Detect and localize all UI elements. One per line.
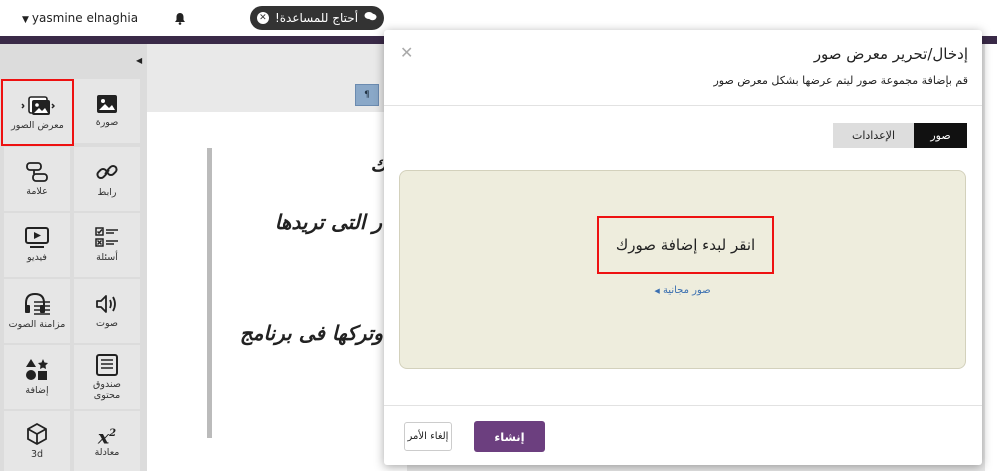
bell-icon[interactable] [174, 10, 186, 29]
tool-addon[interactable]: إضافة [4, 345, 70, 409]
tool-label: صوت [96, 318, 118, 329]
tool-label: رابط [97, 187, 117, 198]
user-name: yasmine elnaghia [31, 11, 139, 25]
link-icon [96, 164, 118, 180]
tab-settings[interactable]: الإعدادات [833, 123, 914, 148]
chevron-down-icon: ▼ [22, 15, 29, 25]
tool-label: معادلة [94, 447, 120, 459]
free-images-link[interactable]: ◀ صور مجانية [400, 285, 965, 296]
add-images-button[interactable]: انقر لبدء إضافة صورك [597, 216, 774, 274]
tool-label: علامة [26, 186, 48, 197]
create-button[interactable]: إنشاء [474, 421, 545, 452]
tool-video[interactable]: فيديو [4, 213, 70, 277]
tool-3d[interactable]: 3d [4, 411, 70, 471]
gallery-icon [20, 95, 55, 115]
editor-text-line: وتركها فى برنامج [239, 321, 383, 345]
close-icon[interactable]: ✕ [256, 12, 269, 24]
cube-icon [27, 422, 47, 446]
image-dropzone[interactable]: انقر لبدء إضافة صورك ◀ صور مجانية [399, 170, 966, 369]
tool-image[interactable]: صورة [74, 79, 140, 143]
tool-equation[interactable]: x2 معادلة [74, 411, 140, 471]
editor-canvas[interactable] [147, 112, 407, 471]
help-button[interactable]: ✕ أحتاج للمساعدة! [250, 6, 384, 30]
tab-images[interactable]: صور [914, 123, 967, 148]
divider [384, 405, 982, 406]
sound-icon [96, 295, 116, 313]
questions-icon [95, 227, 118, 247]
marker-icon [26, 162, 48, 182]
tool-label: فيديو [27, 252, 47, 263]
modal-title: إدخال/تحرير معرض صور [813, 45, 968, 63]
tool-label: 3d [30, 449, 44, 460]
equation-icon: x2 [97, 426, 117, 449]
content-box-icon [96, 353, 118, 376]
tool-label: مزامنة الصوت [8, 319, 66, 330]
right-page-edge [985, 44, 997, 471]
tool-label: صورة [95, 117, 119, 128]
tool-sound[interactable]: صوت [74, 279, 140, 343]
tool-label: إضافة [25, 385, 49, 396]
tool-questions[interactable]: أسئلة [74, 213, 140, 277]
editor-scrollbar[interactable] [207, 148, 212, 438]
video-icon [25, 227, 49, 248]
free-images-label: صور مجانية [662, 285, 711, 296]
tool-label: أسئلة [96, 252, 118, 263]
close-icon[interactable]: ✕ [400, 45, 413, 61]
editor-text-line: ر التى تريدها [274, 210, 382, 234]
tool-link[interactable]: رابط [74, 147, 140, 211]
tool-marker[interactable]: علامة [4, 147, 70, 211]
gallery-modal: ✕ إدخال/تحرير معرض صور قم بإضافة مجموعة … [384, 30, 982, 465]
modal-subtitle: قم بإضافة مجموعة صور ليتم عرضها بشكل معر… [713, 74, 968, 87]
chat-icon [364, 11, 377, 25]
paragraph-button[interactable]: ¶ [355, 84, 379, 106]
help-label: أحتاج للمساعدة! [274, 11, 359, 25]
addon-shapes-icon [26, 359, 48, 380]
tool-audio-sync[interactable]: مزامنة الصوت [4, 279, 70, 343]
modal-tabs: الإعدادات صور [833, 123, 967, 148]
tool-content-box[interactable]: صندوق محتوى [74, 345, 140, 409]
image-icon [97, 95, 117, 113]
tool-label: معرض الصور [11, 119, 64, 131]
user-menu[interactable]: ▼ yasmine elnaghia [22, 11, 138, 25]
caret-left-icon: ◀ [654, 287, 660, 295]
collapse-arrow-icon[interactable]: ◀ [136, 56, 142, 65]
tool-gallery[interactable]: معرض الصور [1, 79, 74, 146]
audio-sync-icon [25, 292, 50, 315]
cancel-button[interactable]: إلغاء الأمر [404, 422, 452, 451]
tool-label: صندوق محتوى [93, 378, 121, 401]
divider [384, 105, 982, 106]
